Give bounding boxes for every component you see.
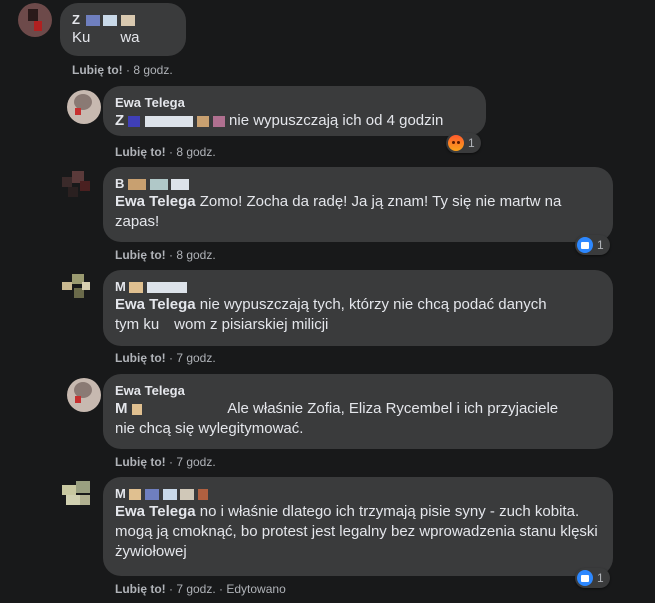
comment-text: nie chcą się wylegitymować.	[115, 420, 304, 437]
redaction	[128, 115, 141, 127]
like-icon	[577, 570, 593, 586]
redaction	[129, 282, 144, 294]
separator: ·	[165, 145, 177, 159]
comment-author[interactable]: M	[115, 278, 601, 295]
comment-text: nie wypuszczają ich od 4 godzin	[229, 112, 444, 129]
avatar[interactable]	[18, 3, 52, 37]
comment-text: Ku wa	[72, 29, 140, 46]
comment-author[interactable]: M	[115, 485, 601, 502]
like-link[interactable]: Lubię to!	[72, 63, 123, 77]
mention[interactable]: Z	[115, 112, 124, 129]
timestamp[interactable]: 7 godz.	[176, 455, 215, 469]
reaction-counter[interactable]: 1	[575, 235, 610, 255]
like-link[interactable]: Lubię to!	[115, 145, 166, 159]
redaction	[171, 179, 190, 191]
separator: ·	[165, 582, 177, 596]
redaction	[129, 489, 142, 501]
comment-meta: Lubię to! · 7 godz.	[115, 454, 216, 470]
reaction-count: 1	[468, 136, 475, 150]
reaction-counter[interactable]: 1	[575, 568, 610, 588]
like-icon	[577, 237, 593, 253]
author-name[interactable]: Ewa Telega	[115, 94, 474, 111]
timestamp[interactable]: 7 godz.	[176, 582, 215, 596]
author-name[interactable]: M	[115, 486, 126, 501]
redaction	[212, 115, 225, 127]
mention[interactable]: Ewa Telega	[115, 296, 196, 313]
avatar[interactable]	[62, 274, 96, 308]
redaction	[131, 403, 142, 415]
separator: ·	[215, 582, 227, 596]
edited-label[interactable]: Edytowano	[226, 582, 285, 596]
author-name[interactable]: Z	[72, 12, 80, 27]
redaction	[145, 489, 160, 501]
mention[interactable]: Ewa Telega	[115, 503, 196, 520]
comment-bubble: B Ewa Telega Zomo! Zocha da radę! Ja ją …	[103, 167, 613, 242]
like-link[interactable]: Lubię to!	[115, 351, 166, 365]
comment-bubble: Ewa Telega M Ale właśnie Zofia, Eliza Ry…	[103, 374, 613, 449]
author-name[interactable]: B	[115, 176, 124, 191]
reaction-count: 1	[597, 571, 604, 585]
redaction	[196, 115, 209, 127]
comment-author[interactable]: B	[115, 175, 601, 192]
avatar[interactable]	[67, 90, 101, 124]
like-link[interactable]: Lubię to!	[115, 582, 166, 596]
separator: ·	[122, 63, 134, 77]
author-name[interactable]: M	[115, 279, 126, 294]
separator: ·	[165, 248, 177, 262]
timestamp[interactable]: 7 godz.	[176, 351, 215, 365]
comment-meta: Lubię to! · 8 godz.	[115, 247, 216, 263]
reaction-counter[interactable]: 1	[446, 133, 481, 153]
redaction	[85, 15, 100, 27]
like-link[interactable]: Lubię to!	[115, 455, 166, 469]
redaction	[128, 179, 147, 191]
avatar[interactable]	[67, 378, 101, 412]
timestamp[interactable]: 8 godz.	[176, 248, 215, 262]
comment-bubble: M Ewa Telega nie wypuszczają tych, którz…	[103, 270, 613, 346]
comment-bubble: Z Ku wa	[60, 3, 186, 56]
reaction-count: 1	[597, 238, 604, 252]
comment-text: tym ku wom z pisiarskiej milicji	[115, 316, 329, 333]
redaction	[149, 179, 168, 191]
timestamp[interactable]: 8 godz.	[133, 63, 172, 77]
comment-bubble: Ewa Telega Z nie wypuszczają ich od 4 go…	[103, 86, 486, 136]
redaction	[120, 15, 135, 27]
timestamp[interactable]: 8 godz.	[176, 145, 215, 159]
comment-meta: Lubię to! · 7 godz. · Edytowano	[115, 581, 286, 597]
mention[interactable]: M	[115, 400, 128, 417]
comment-author[interactable]: Z	[72, 11, 174, 28]
comment-meta: Lubię to! · 8 godz.	[72, 62, 173, 78]
author-name[interactable]: Ewa Telega	[115, 382, 601, 399]
comment-bubble: M Ewa Telega no i właśnie dlatego ich tr…	[103, 477, 613, 576]
redaction	[147, 282, 188, 294]
redaction	[162, 489, 177, 501]
separator: ·	[165, 455, 177, 469]
comment-meta: Lubię to! · 8 godz.	[115, 144, 216, 160]
mention[interactable]: Ewa Telega	[115, 193, 196, 210]
comment-text: nie wypuszczają tych, którzy nie chcą po…	[199, 296, 547, 313]
angry-icon	[448, 135, 464, 151]
like-link[interactable]: Lubię to!	[115, 248, 166, 262]
redaction	[144, 115, 193, 127]
comment-text: Ale właśnie Zofia, Eliza Rycembel i ich …	[227, 400, 559, 417]
separator: ·	[165, 351, 177, 365]
redaction	[197, 489, 208, 501]
redaction	[180, 489, 195, 501]
redaction	[103, 15, 118, 27]
avatar[interactable]	[62, 481, 96, 515]
avatar[interactable]	[62, 171, 96, 205]
comment-meta: Lubię to! · 7 godz.	[115, 350, 216, 366]
